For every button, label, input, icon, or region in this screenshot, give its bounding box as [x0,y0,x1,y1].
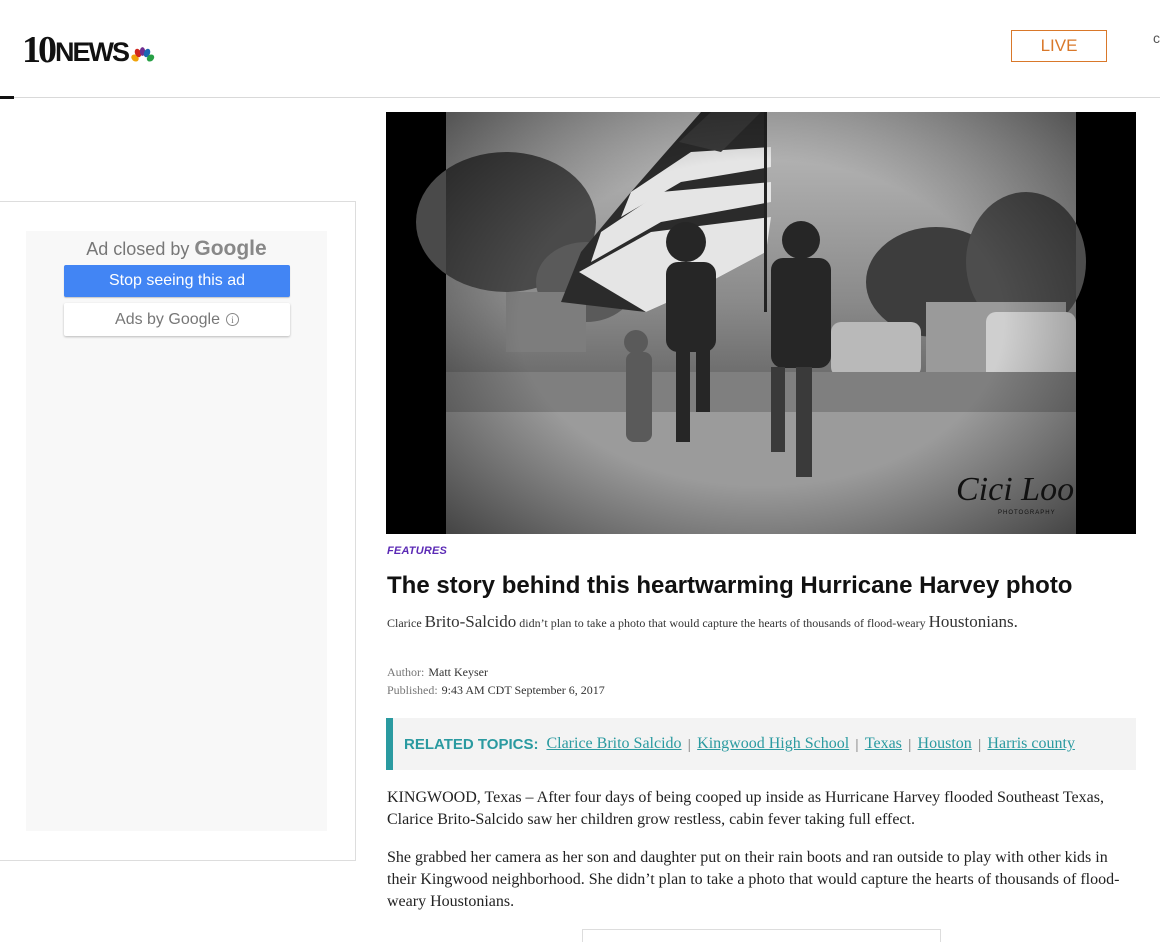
nbc-peacock-icon [131,47,155,62]
10news-logo[interactable]: 10 NEWS [22,29,156,71]
ad-container: Ad closed by Google Stop seeing this ad … [0,201,356,861]
article-paragraph: She grabbed her camera as her son and da… [387,849,1120,910]
article-paragraph: KINGWOOD, Texas – After four days of bei… [387,789,1104,828]
author-label: Author: [387,665,425,679]
author-name: Matt Keyser [428,665,488,679]
ads-by-google-label: Ads by Google [115,310,220,328]
site-header: 10 NEWS LIVE c [0,0,1160,99]
topic-separator: | [977,736,982,752]
stop-seeing-ad-button[interactable]: Stop seeing this ad [64,265,290,297]
logo-number: 10 [22,29,57,71]
hero-photo-illustration: Cici Loo PHOTOGRAPHY [386,112,1136,534]
logo-word: NEWS [55,37,130,67]
nav-indicator [0,96,14,99]
article-subtitle: Clarice Brito-Salcido didn’t plan to tak… [387,612,1147,632]
published-line: Published: 9:43 AM CDT September 6, 2017 [387,683,605,698]
watermark-signature: Cici Loo [956,471,1074,508]
svg-text:PHOTOGRAPHY: PHOTOGRAPHY [998,510,1056,516]
related-topics-label: RELATED TOPICS: [404,735,539,753]
topic-link[interactable]: Texas [865,735,902,753]
published-label: Published: [387,683,438,697]
topic-link[interactable]: Harris county [987,735,1075,753]
embedded-content-box [582,929,941,942]
ads-by-google-button[interactable]: Ads by Google i [64,303,290,336]
subtitle-part: Brito-Salcido [424,612,517,631]
topic-link[interactable]: Houston [918,735,972,753]
info-icon: i [225,313,239,326]
topic-separator: | [907,736,912,752]
related-topics: RELATED TOPICS: Clarice Brito Salcido | … [386,718,1136,770]
topic-link[interactable]: Clarice Brito Salcido [546,735,681,753]
ad-panel: Ad closed by Google Stop seeing this ad … [26,231,327,831]
article-title: The story behind this heartwarming Hurri… [387,572,1073,599]
published-date: 9:43 AM CDT September 6, 2017 [441,683,605,697]
topic-link[interactable]: Kingwood High School [697,735,849,753]
live-button[interactable]: LIVE [1011,30,1107,62]
google-wordmark: Google [194,237,267,260]
search-icon[interactable]: c [1153,30,1160,46]
ad-closed-text: Ad closed by Google [26,237,327,261]
subtitle-part: didn’t plan to take a photo that would c… [519,616,926,630]
author-line: Author: Matt Keyser [387,665,488,680]
ad-closed-label: Ad closed by [86,239,190,259]
subtitle-part: Houstonians. [928,612,1018,631]
hero-photo[interactable]: Cici Loo PHOTOGRAPHY [386,112,1136,534]
subtitle-part: Clarice [387,616,422,630]
topic-separator: | [687,736,692,752]
category-link[interactable]: FEATURES [387,545,447,557]
topic-separator: | [855,736,859,752]
